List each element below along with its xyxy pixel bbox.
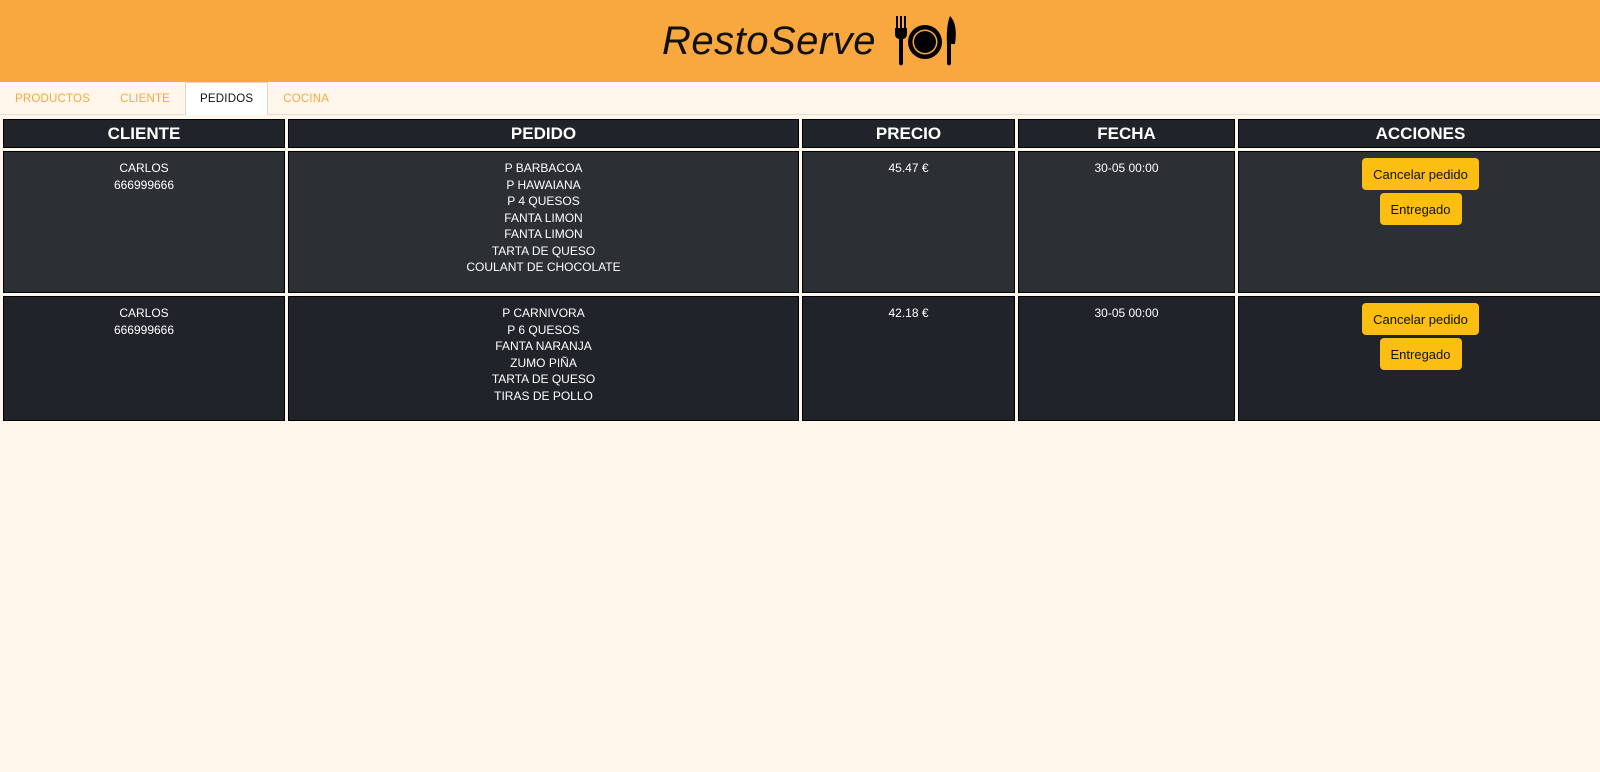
nav-tabs: PRODUCTOS CLIENTE PEDIDOS COCINA <box>0 82 1600 115</box>
column-header-fecha: FECHA <box>1018 119 1235 148</box>
client-phone: 666999666 <box>113 322 175 337</box>
order-item: COULANT DE CHOCOLATE <box>466 260 621 274</box>
client-cell: CARLOS 666999666 <box>3 296 285 421</box>
order-price: 42.18 € <box>888 306 929 320</box>
table-row: CARLOS 666999666 P CARNIVORA P 6 QUESOS … <box>3 296 1600 421</box>
actions-group: Cancelar pedido Entregado <box>1243 303 1598 370</box>
price-cell: 45.47 € <box>802 151 1015 293</box>
price-cell: 42.18 € <box>802 296 1015 421</box>
order-item: FANTA NARANJA <box>495 339 592 353</box>
tab-pedidos[interactable]: PEDIDOS <box>185 82 269 115</box>
order-items-cell: P BARBACOA P HAWAIANA P 4 QUESOS FANTA L… <box>288 151 799 293</box>
order-item: ZUMO PIÑA <box>510 355 577 370</box>
client-name: CARLOS <box>119 306 169 320</box>
actions-group: Cancelar pedido Entregado <box>1243 158 1598 225</box>
order-item: P HAWAIANA <box>506 177 581 192</box>
order-date: 30-05 00:00 <box>1094 161 1159 175</box>
actions-cell: Cancelar pedido Entregado <box>1238 151 1600 293</box>
tab-cocina[interactable]: COCINA <box>268 82 344 114</box>
order-price: 45.47 € <box>888 161 929 175</box>
app-header: RestoServe <box>0 0 1600 82</box>
column-header-cliente: CLIENTE <box>3 119 285 148</box>
orders-table-container: CLIENTE PEDIDO PRECIO FECHA ACCIONES CAR… <box>0 115 1600 424</box>
column-header-acciones: ACCIONES <box>1238 119 1600 148</box>
order-item: FANTA LIMON <box>504 210 583 225</box>
order-date: 30-05 00:00 <box>1094 306 1159 320</box>
date-cell: 30-05 00:00 <box>1018 151 1235 293</box>
client-cell: CARLOS 666999666 <box>3 151 285 293</box>
column-header-pedido: PEDIDO <box>288 119 799 148</box>
order-item: FANTA LIMON <box>504 227 583 241</box>
client-name: CARLOS <box>119 161 169 175</box>
order-items-cell: P CARNIVORA P 6 QUESOS FANTA NARANJA ZUM… <box>288 296 799 421</box>
cancel-order-button[interactable]: Cancelar pedido <box>1362 158 1479 190</box>
delivered-button[interactable]: Entregado <box>1379 338 1462 370</box>
cancel-order-button[interactable]: Cancelar pedido <box>1362 303 1479 335</box>
plate-fork-knife-icon <box>892 14 958 68</box>
table-row: CARLOS 666999666 P BARBACOA P HAWAIANA P… <box>3 151 1600 293</box>
order-item: TARTA DE QUESO <box>491 372 596 386</box>
date-cell: 30-05 00:00 <box>1018 296 1235 421</box>
order-item: TIRAS DE POLLO <box>494 388 593 403</box>
brand: RestoServe <box>642 14 958 68</box>
order-item: P 4 QUESOS <box>507 194 580 208</box>
actions-cell: Cancelar pedido Entregado <box>1238 296 1600 421</box>
order-item: P 6 QUESOS <box>507 322 580 337</box>
order-item: P CARNIVORA <box>502 306 585 320</box>
tab-productos[interactable]: PRODUCTOS <box>0 82 105 114</box>
orders-table: CLIENTE PEDIDO PRECIO FECHA ACCIONES CAR… <box>0 116 1600 424</box>
delivered-button[interactable]: Entregado <box>1379 193 1462 225</box>
column-header-precio: PRECIO <box>802 119 1015 148</box>
client-phone: 666999666 <box>113 177 175 192</box>
order-item: P BARBACOA <box>504 161 583 175</box>
tab-cliente[interactable]: CLIENTE <box>105 82 185 114</box>
table-header-row: CLIENTE PEDIDO PRECIO FECHA ACCIONES <box>3 119 1600 148</box>
order-item: TARTA DE QUESO <box>491 243 596 258</box>
app-title: RestoServe <box>662 18 876 63</box>
